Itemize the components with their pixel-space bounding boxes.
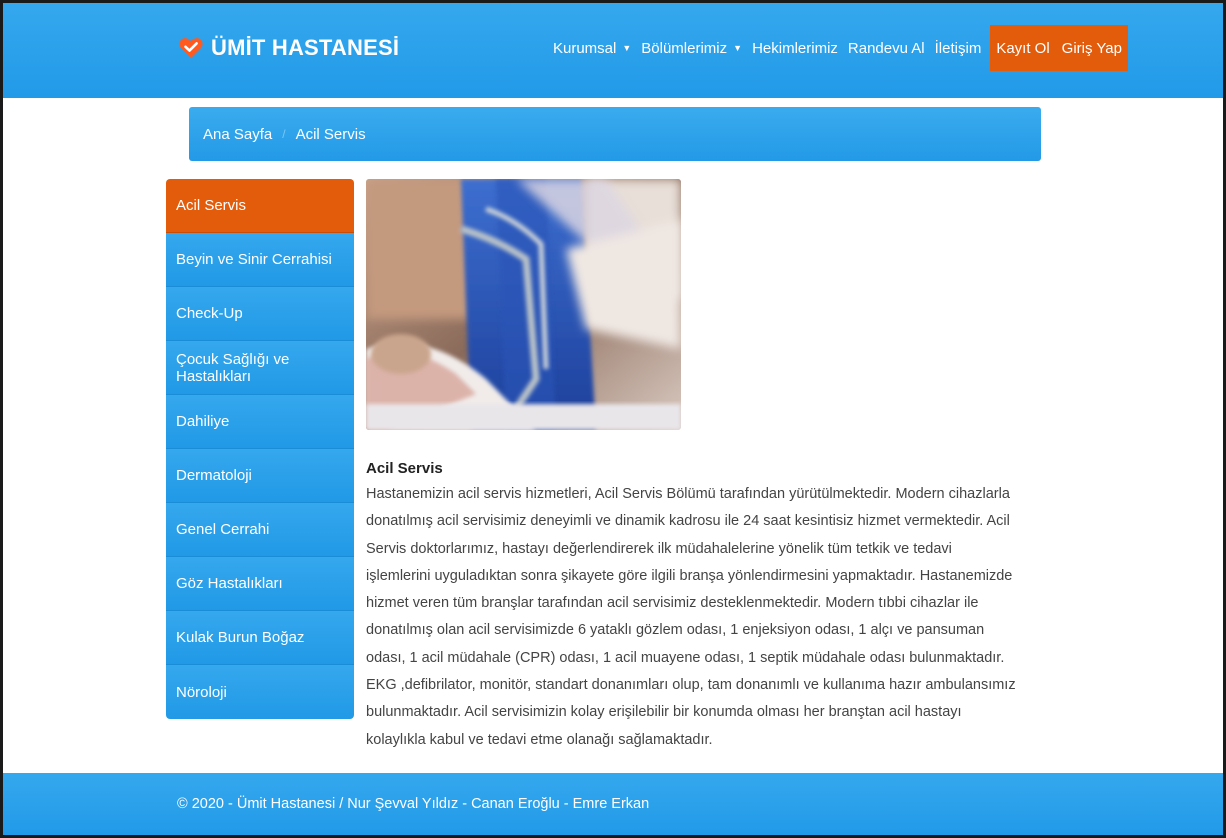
breadcrumb-current: Acil Servis bbox=[295, 125, 366, 143]
breadcrumb: Ana Sayfa / Acil Servis bbox=[189, 107, 1041, 161]
auth-buttons: Kayıt Ol Giriş Yap bbox=[990, 25, 1128, 71]
content-body: Hastanemizin acil servis hizmetleri, Aci… bbox=[366, 486, 1016, 748]
login-button[interactable]: Giriş Yap bbox=[1056, 25, 1128, 71]
register-button[interactable]: Kayıt Ol bbox=[990, 25, 1055, 71]
sidebar-item-noroloji[interactable]: Nöroloji bbox=[166, 665, 354, 719]
nav-randevu-al[interactable]: Randevu Al bbox=[843, 25, 930, 71]
sidebar-item-dahiliye[interactable]: Dahiliye bbox=[166, 395, 354, 449]
sidebar-item-acil-servis[interactable]: Acil Servis bbox=[166, 179, 354, 233]
top-navbar: ÜMİT HASTANESİ Kurumsal ▼ Bölümlerimiz ▼… bbox=[3, 3, 1223, 98]
nav-bolumlerimiz[interactable]: Bölümlerimiz ▼ bbox=[636, 25, 747, 71]
sidebar-item-genel-cerrahi[interactable]: Genel Cerrahi bbox=[166, 503, 354, 557]
footer-text: © 2020 - Ümit Hastanesi / Nur Şevval Yıl… bbox=[177, 796, 650, 812]
sidebar-item-cocuk-sagligi[interactable]: Çocuk Sağlığı ve Hastalıkları bbox=[166, 341, 354, 395]
sidebar-item-dermatoloji[interactable]: Dermatoloji bbox=[166, 449, 354, 503]
caret-down-icon: ▼ bbox=[622, 43, 632, 53]
department-image bbox=[366, 179, 681, 430]
nav-kurumsal[interactable]: Kurumsal ▼ bbox=[548, 25, 636, 71]
breadcrumb-home[interactable]: Ana Sayfa bbox=[203, 126, 272, 143]
sidebar-item-check-up[interactable]: Check-Up bbox=[166, 287, 354, 341]
brand-logo[interactable]: ÜMİT HASTANESİ bbox=[179, 35, 399, 61]
brand-name: ÜMİT HASTANESİ bbox=[211, 35, 400, 60]
breadcrumb-separator: / bbox=[282, 127, 286, 141]
sidebar-item-kbb[interactable]: Kulak Burun Boğaz bbox=[166, 611, 354, 665]
nav-iletisim[interactable]: İletişim bbox=[930, 25, 987, 71]
sidebar-item-goz[interactable]: Göz Hastalıkları bbox=[166, 557, 354, 611]
main-nav: Kurumsal ▼ Bölümlerimiz ▼ Hekimlerimiz R… bbox=[548, 25, 1128, 71]
sidebar-item-beyin-sinir[interactable]: Beyin ve Sinir Cerrahisi bbox=[166, 233, 354, 287]
footer: © 2020 - Ümit Hastanesi / Nur Şevval Yıl… bbox=[3, 773, 1223, 835]
heart-check-icon bbox=[179, 37, 203, 59]
content-title: Acil Servis bbox=[366, 460, 443, 477]
caret-down-icon: ▼ bbox=[733, 43, 743, 53]
nav-hekimlerimiz[interactable]: Hekimlerimiz bbox=[747, 25, 843, 71]
department-sidebar: Acil Servis Beyin ve Sinir Cerrahisi Che… bbox=[166, 179, 354, 719]
